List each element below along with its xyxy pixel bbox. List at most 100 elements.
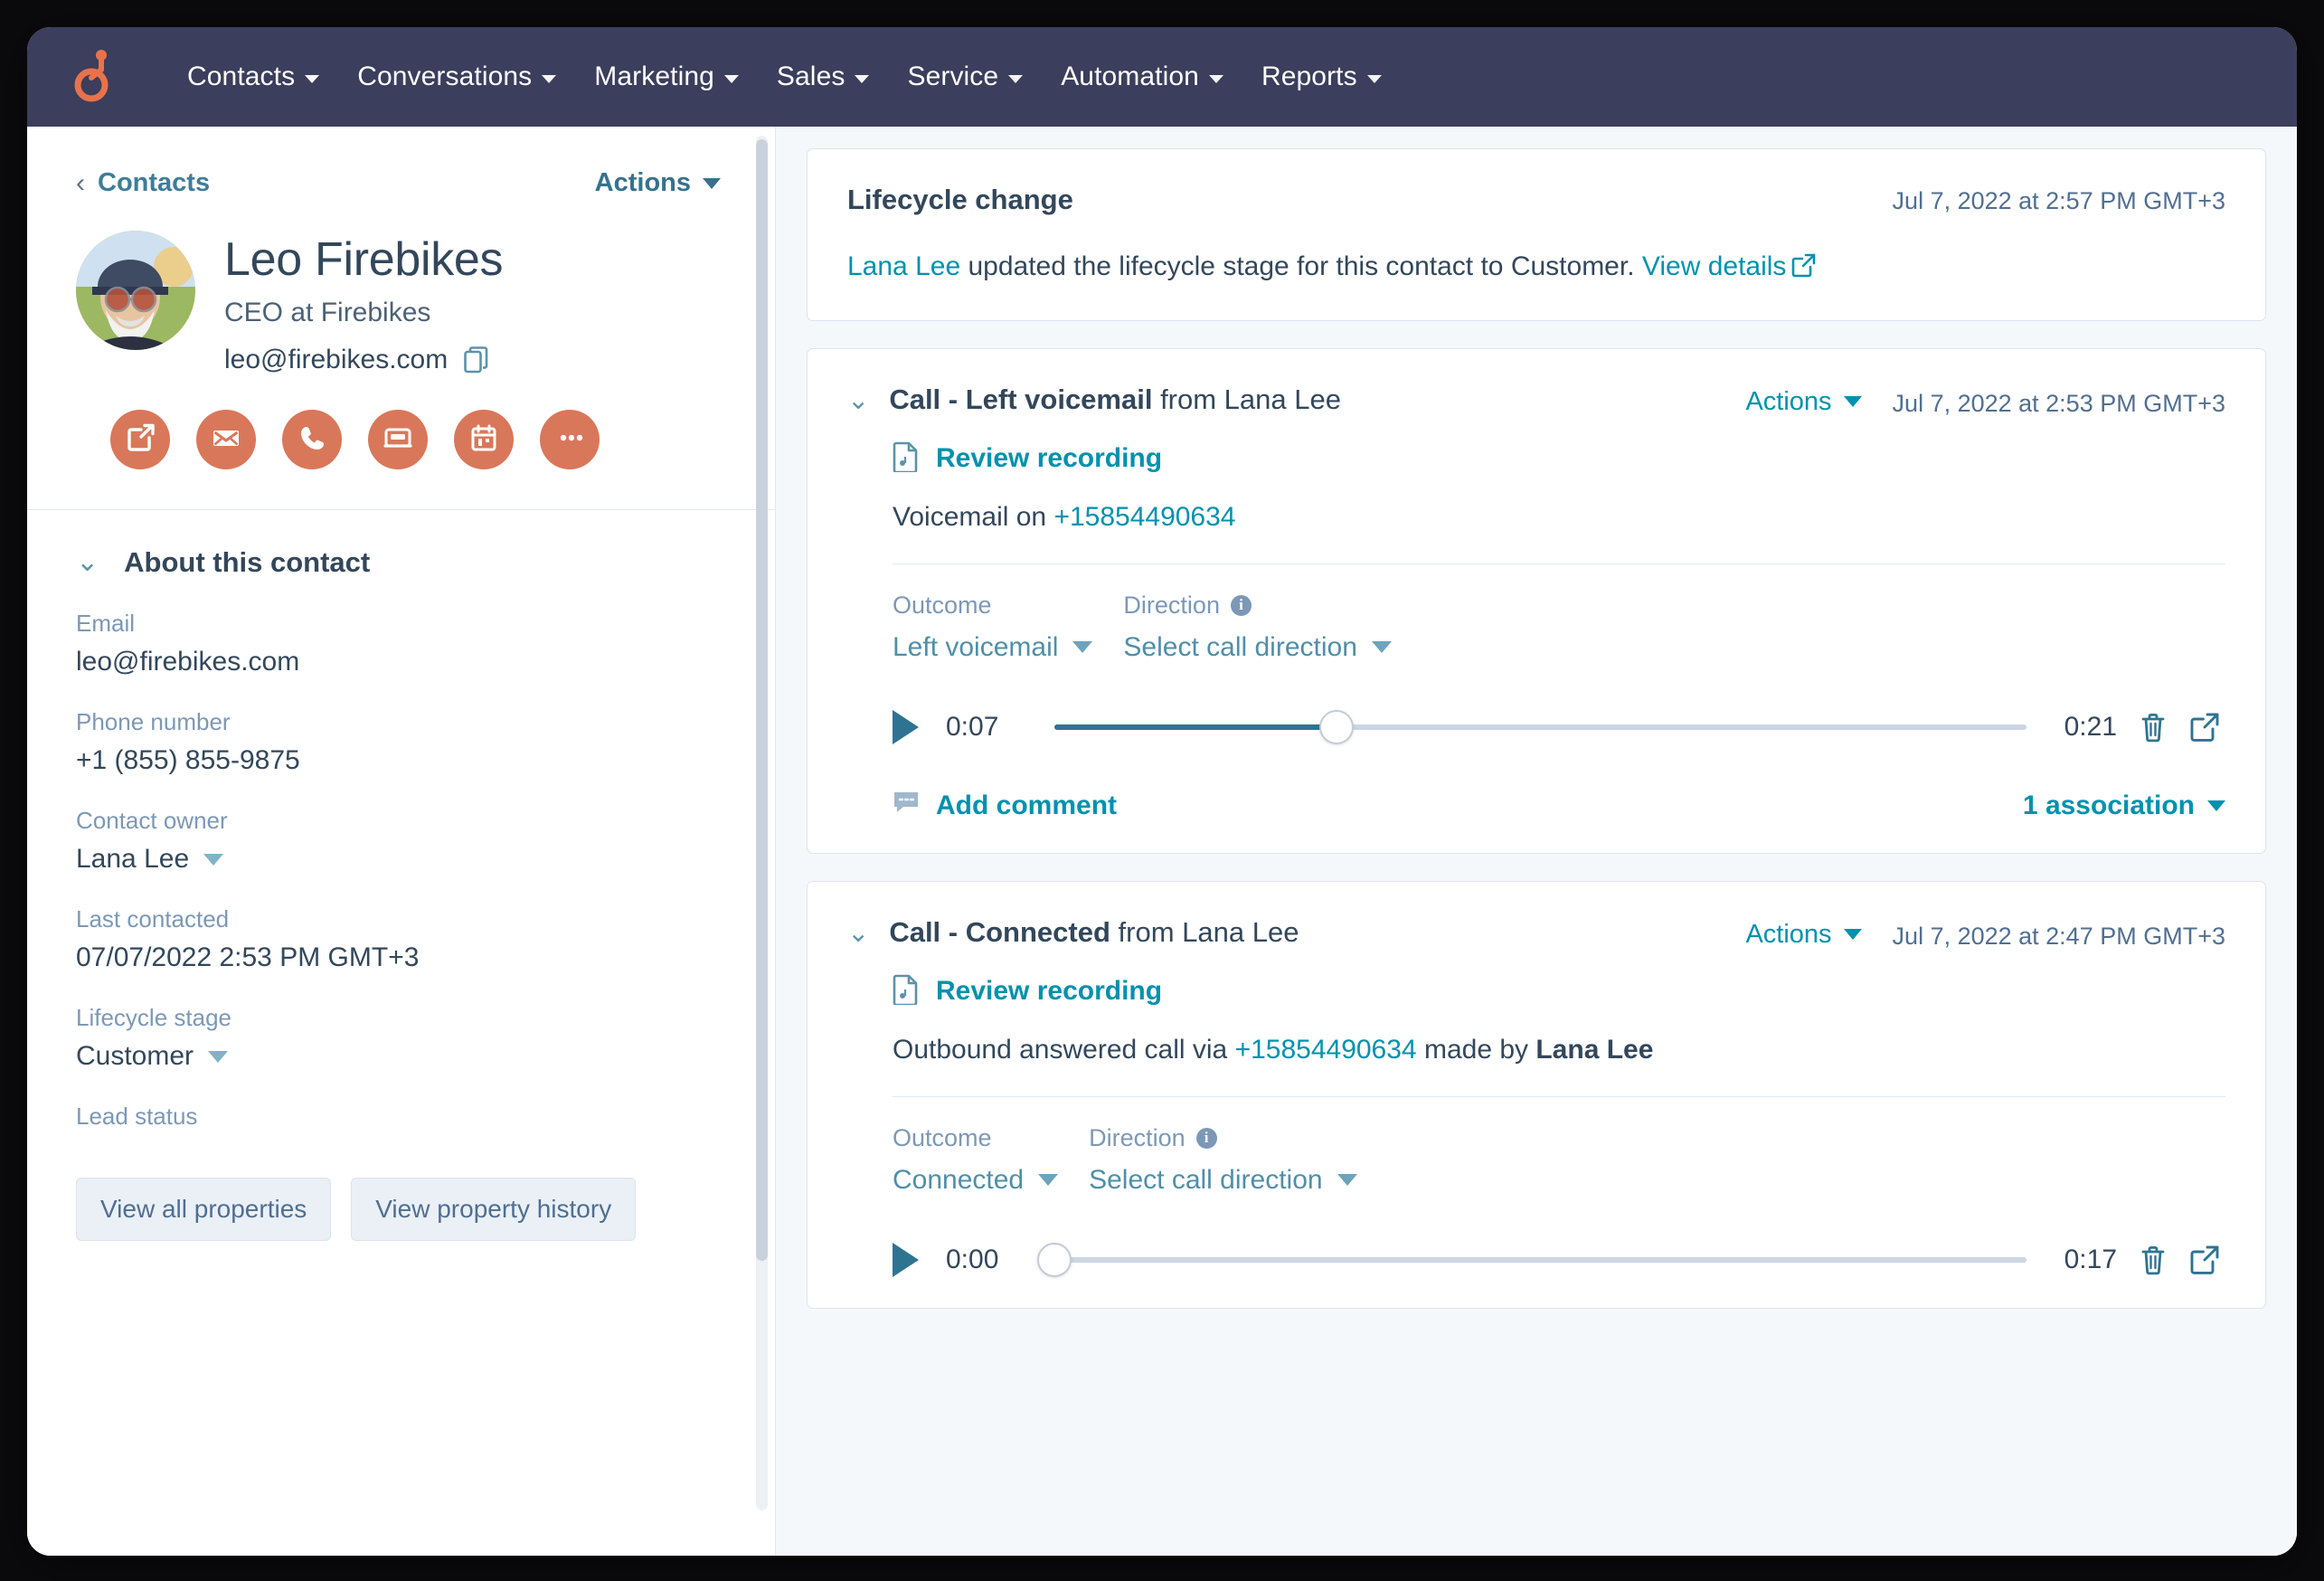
property-lifecycle-stage: Lifecycle stage Customer: [76, 1004, 726, 1072]
info-icon[interactable]: i: [1230, 594, 1252, 616]
about-this-contact-header[interactable]: ⌄ About this contact: [27, 510, 775, 579]
outcome-select[interactable]: Left voicemail: [893, 632, 1093, 663]
workspace: ‹ Contacts Actions Leo Firebikes CEO at …: [27, 127, 2297, 1556]
add-comment-button[interactable]: Add comment: [893, 790, 1117, 822]
view-all-properties-button[interactable]: View all properties: [76, 1178, 332, 1242]
call-fields-row: Outcome Connected Direction i Select cal…: [893, 1124, 2225, 1196]
call-phone-link[interactable]: +15854490634: [1053, 502, 1235, 532]
activity-timeline: Lifecycle change Jul 7, 2022 at 2:57 PM …: [776, 127, 2297, 1556]
lifecycle-actor-link[interactable]: Lana Lee: [847, 251, 960, 281]
call-button[interactable]: [282, 410, 342, 470]
outcome-value: Connected: [893, 1164, 1025, 1195]
property-label: Lifecycle stage: [76, 1004, 231, 1032]
collapse-chevron-icon[interactable]: ⌄: [847, 916, 869, 949]
more-actions-button[interactable]: [540, 410, 600, 470]
chevron-down-icon: [1366, 74, 1382, 83]
play-icon[interactable]: [893, 709, 919, 744]
info-icon[interactable]: i: [1195, 1127, 1217, 1149]
review-recording-label: Review recording: [936, 443, 1163, 473]
call-actions-label: Actions: [1745, 919, 1832, 949]
direction-label: Direction i: [1089, 1124, 1356, 1152]
note-button[interactable]: [110, 410, 170, 470]
property-value[interactable]: leo@firebikes.com: [76, 647, 726, 677]
external-link-icon[interactable]: [1791, 250, 1816, 289]
property-phone-number: Phone number +1 (855) 855-9875: [76, 708, 726, 776]
chevron-down-icon: ⌄: [76, 547, 99, 578]
chevron-down-icon: [2207, 800, 2225, 811]
open-external-icon[interactable]: [2189, 712, 2220, 743]
nav-item-marketing[interactable]: Marketing: [575, 52, 758, 101]
nav-item-reports[interactable]: Reports: [1242, 52, 1401, 101]
chevron-down-icon: [1843, 929, 1862, 940]
property-value-text: Customer: [76, 1041, 194, 1072]
collapse-chevron-icon[interactable]: ⌄: [847, 383, 869, 416]
call-phone-link[interactable]: +15854490634: [1235, 1035, 1417, 1065]
direction-select[interactable]: Select call direction: [1089, 1165, 1357, 1196]
property-value[interactable]: 07/07/2022 2:53 PM GMT+3: [76, 942, 726, 973]
open-external-icon[interactable]: [2189, 1245, 2220, 1275]
direction-label: Direction i: [1123, 592, 1391, 620]
delete-icon[interactable]: [2139, 712, 2168, 743]
nav-item-service[interactable]: Service: [888, 52, 1042, 101]
nav-item-label: Reports: [1261, 62, 1357, 91]
property-value[interactable]: +1 (855) 855-9875: [76, 745, 726, 776]
property-value-dropdown[interactable]: Customer: [76, 1041, 726, 1072]
seek-bar[interactable]: [1037, 1242, 2026, 1277]
property-action-buttons: View all properties View property histor…: [27, 1161, 775, 1242]
call-card-title: Call - Left voicemail from Lana Lee: [889, 383, 1341, 416]
current-time: 0:07: [946, 711, 999, 742]
direction-field: Direction i Select call direction: [1089, 1124, 1357, 1196]
review-recording-link[interactable]: Review recording: [893, 441, 2225, 477]
lifecycle-card-body: Lana Lee updated the lifecycle stage for…: [847, 247, 2225, 289]
chevron-down-icon: [1038, 1174, 1059, 1186]
nav-item-sales[interactable]: Sales: [758, 52, 889, 101]
call-divider: [893, 1095, 2225, 1097]
outcome-select[interactable]: Connected: [893, 1164, 1059, 1196]
play-icon[interactable]: [893, 1242, 919, 1277]
direction-select[interactable]: Select call direction: [1123, 632, 1392, 663]
call-desc-author: Lana Lee: [1535, 1034, 1654, 1065]
association-dropdown[interactable]: 1 association: [2023, 790, 2225, 821]
nav-item-conversations[interactable]: Conversations: [338, 52, 575, 101]
review-recording-link[interactable]: Review recording: [893, 974, 2225, 1009]
nav-item-label: Contacts: [187, 62, 296, 91]
property-email: Email leo@firebikes.com: [76, 610, 726, 677]
property-label: Phone number: [76, 708, 231, 736]
lifecycle-card-header: Lifecycle change Jul 7, 2022 at 2:57 PM …: [847, 184, 2225, 216]
breadcrumb-contacts[interactable]: ‹ Contacts: [76, 168, 210, 198]
outcome-label: Outcome: [893, 1124, 1058, 1152]
call-actions-button[interactable]: Actions: [1745, 919, 1862, 950]
seek-knob[interactable]: [1037, 1242, 1072, 1277]
log-activity-button[interactable]: [368, 410, 428, 470]
schedule-meeting-button[interactable]: [454, 410, 514, 470]
call-header-right: Actions Jul 7, 2022 at 2:47 PM GMT+3: [1745, 916, 2225, 951]
sidebar-scrollbar-thumb[interactable]: [756, 139, 768, 1261]
property-value-dropdown[interactable]: Lana Lee: [76, 844, 726, 875]
seek-knob[interactable]: [1318, 709, 1354, 744]
copy-icon[interactable]: [464, 346, 489, 374]
direction-label-text: Direction: [1123, 591, 1220, 619]
chevron-down-icon: [1008, 74, 1024, 83]
nav-item-automation[interactable]: Automation: [1042, 52, 1242, 101]
association-label: 1 association: [2022, 790, 2195, 820]
seek-bar[interactable]: [1054, 709, 2026, 744]
delete-icon[interactable]: [2139, 1245, 2168, 1275]
sidebar-actions-button[interactable]: Actions: [595, 168, 721, 198]
call-title-rest: from Lana Lee: [1152, 383, 1341, 415]
call-actions-button[interactable]: Actions: [1745, 387, 1862, 417]
audio-player: 0:00 0:17: [893, 1242, 2225, 1277]
nav-item-contacts[interactable]: Contacts: [168, 52, 338, 101]
chevron-down-icon: [855, 74, 870, 83]
seek-track: [1054, 1256, 2026, 1263]
lifecycle-card-timestamp: Jul 7, 2022 at 2:57 PM GMT+3: [1892, 187, 2225, 214]
view-property-history-button[interactable]: View property history: [351, 1178, 637, 1242]
hubspot-logo[interactable]: [65, 48, 123, 106]
outcome-label-text: Outcome: [893, 591, 992, 619]
call-timestamp: Jul 7, 2022 at 2:53 PM GMT+3: [1892, 389, 2225, 417]
email-button[interactable]: [196, 410, 256, 470]
chevron-down-icon: [1208, 74, 1223, 83]
view-details-link[interactable]: View details: [1642, 251, 1787, 281]
document-icon: [893, 974, 920, 1009]
call-card-header: ⌄ Call - Left voicemail from Lana Lee Ac…: [847, 383, 2225, 418]
contact-email-row: leo@firebikes.com: [224, 345, 503, 375]
